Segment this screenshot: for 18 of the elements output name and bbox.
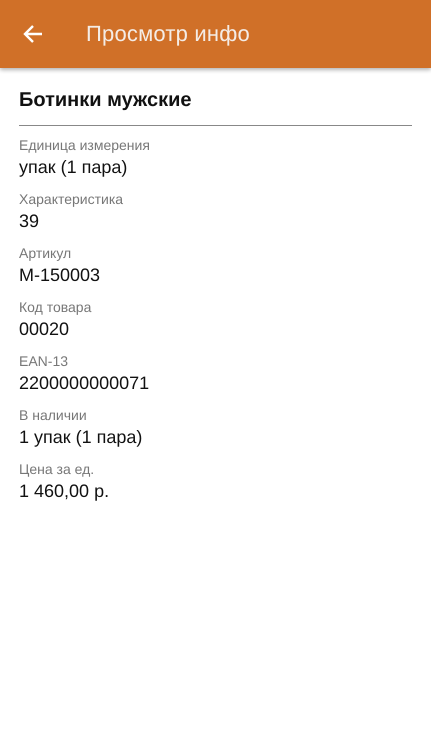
field-label: Артикул xyxy=(19,244,72,262)
field-value: 1 упак (1 пара) xyxy=(19,426,142,449)
field-label: Единица измерения xyxy=(19,136,150,154)
field-label: Цена за ед. xyxy=(19,460,94,478)
back-button[interactable] xyxy=(22,23,44,45)
field-value: 2200000000071 xyxy=(19,372,150,395)
field-label: Характеристика xyxy=(19,190,124,208)
field-value: 1 460,00 р. xyxy=(19,480,110,503)
field-value: М-150003 xyxy=(19,264,100,287)
field-label: Код товара xyxy=(19,298,92,316)
field-label: EAN-13 xyxy=(19,352,68,370)
field-value: 00020 xyxy=(19,318,70,341)
product-name: Ботинки мужские xyxy=(19,88,192,112)
back-arrow-icon xyxy=(22,23,44,45)
screen-title: Просмотр инфо xyxy=(86,21,250,47)
field-value: 39 xyxy=(19,210,40,233)
field-value: упак (1 пара) xyxy=(19,156,128,179)
field-label: В наличии xyxy=(19,406,87,424)
